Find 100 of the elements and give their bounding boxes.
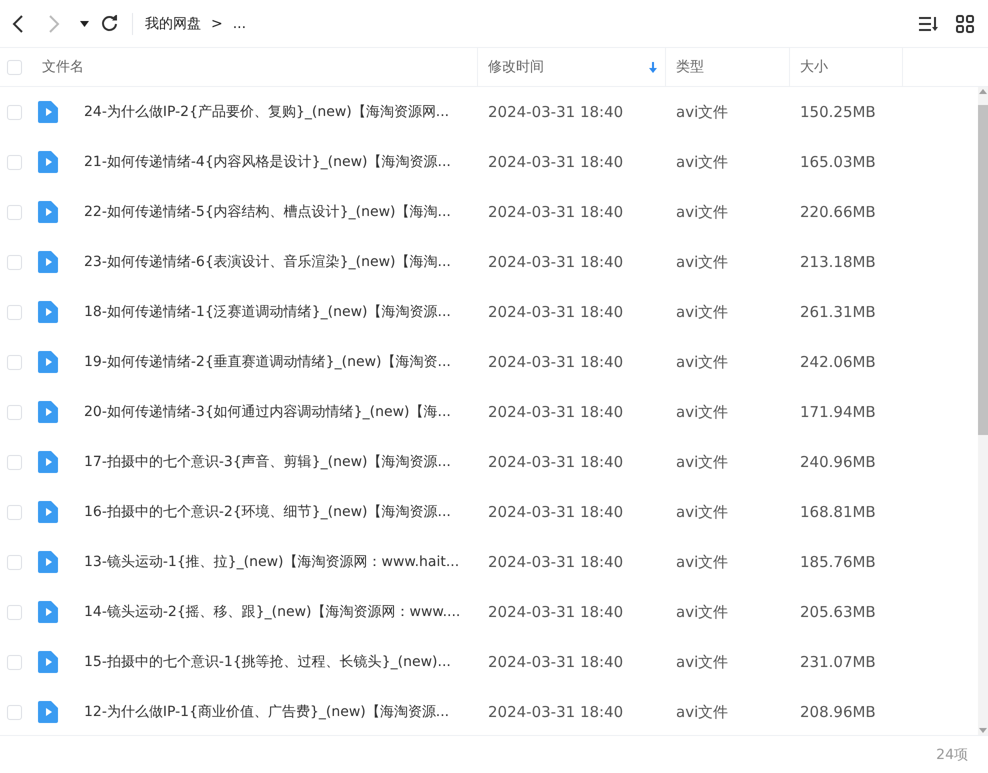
video-file-icon	[38, 701, 58, 723]
row-checkbox[interactable]	[7, 604, 22, 620]
modified-time: 2024-03-31 18:40	[487, 703, 624, 721]
file-type: avi文件	[675, 552, 730, 572]
modified-time: 2024-03-31 18:40	[487, 503, 624, 521]
file-type: avi文件	[675, 652, 730, 672]
file-size: 185.76MB	[799, 553, 877, 571]
video-file-icon	[38, 301, 58, 323]
row-checkbox[interactable]	[7, 154, 22, 170]
video-file-icon	[38, 451, 58, 473]
modified-time: 2024-03-31 18:40	[487, 153, 624, 171]
column-header[interactable]: 文件名	[42, 58, 84, 76]
sort-order-button[interactable]	[918, 16, 940, 32]
file-name: 24-为什么做IP-2{产品要价、复购}_(new)【海淘资源网...	[83, 103, 450, 121]
modified-time: 2024-03-31 18:40	[487, 603, 624, 621]
grid-view-button[interactable]	[956, 14, 974, 32]
modified-time: 2024-03-31 18:40	[487, 103, 624, 121]
file-type: avi文件	[675, 402, 730, 422]
file-size: 231.07MB	[799, 653, 877, 671]
file-type: avi文件	[675, 702, 730, 722]
scrollbar[interactable]	[978, 87, 988, 735]
video-file-icon	[38, 251, 58, 273]
modified-time: 2024-03-31 18:40	[487, 353, 624, 371]
file-size: 150.25MB	[799, 103, 877, 121]
modified-time: 2024-03-31 18:40	[487, 203, 624, 221]
file-size: 165.03MB	[799, 153, 877, 171]
row-checkbox[interactable]	[7, 254, 22, 270]
refresh-button[interactable]	[101, 15, 118, 32]
history-dropdown-button[interactable]	[80, 20, 89, 26]
video-file-icon	[38, 101, 58, 123]
row-checkbox[interactable]	[7, 104, 22, 120]
file-name: 19-如何传递情绪-2{垂直赛道调动情绪}_(new)【海淘资...	[83, 353, 451, 371]
row-checkbox[interactable]	[7, 554, 22, 570]
file-name: 17-拍摄中的七个意识-3{声音、剪辑}_(new)【海淘资源...	[83, 453, 451, 471]
file-name: 22-如何传递情绪-5{内容结构、槽点设计}_(new)【海淘...	[83, 203, 451, 221]
row-checkbox[interactable]	[7, 304, 22, 320]
file-type: avi文件	[675, 202, 730, 222]
file-size: 171.94MB	[799, 403, 877, 421]
file-name: 21-如何传递情绪-4{内容风格是设计}_(new)【海淘资源...	[83, 153, 451, 171]
video-file-icon	[38, 351, 58, 373]
file-size: 213.18MB	[799, 253, 877, 271]
column-header[interactable]: 大小	[800, 58, 828, 76]
file-type: avi文件	[675, 252, 730, 272]
file-type: avi文件	[675, 352, 730, 372]
modified-time: 2024-03-31 18:40	[487, 403, 624, 421]
select-all-checkbox[interactable]	[7, 60, 22, 74]
column-header[interactable]: 类型	[676, 58, 704, 76]
modified-time: 2024-03-31 18:40	[487, 553, 624, 571]
file-type: avi文件	[675, 102, 730, 122]
file-type: avi文件	[675, 152, 730, 172]
video-file-icon	[38, 501, 58, 523]
file-size: 208.96MB	[799, 703, 877, 721]
row-checkbox[interactable]	[7, 704, 22, 720]
scroll-down-icon[interactable]	[978, 727, 988, 735]
modified-time: 2024-03-31 18:40	[487, 653, 624, 671]
scroll-up-icon[interactable]	[978, 87, 988, 95]
file-name: 23-如何传递情绪-6{表演设计、音乐渲染}_(new)【海淘...	[83, 253, 451, 271]
file-type: avi文件	[675, 602, 730, 622]
column-header[interactable]: 修改时间	[488, 58, 544, 76]
file-name: 20-如何传递情绪-3{如何通过内容调动情绪}_(new)【海...	[83, 403, 451, 421]
video-file-icon	[38, 401, 58, 423]
file-size: 168.81MB	[799, 503, 877, 521]
column-header-cell[interactable]: 文件名	[0, 48, 478, 86]
file-name: 13-镜头运动-1{推、拉}_(new)【海淘资源网：www.hait...	[83, 553, 460, 571]
column-header-cell[interactable]: 大小	[790, 48, 903, 86]
file-size: 261.31MB	[799, 303, 877, 321]
row-checkbox[interactable]	[7, 654, 22, 670]
file-name: 12-为什么做IP-1{商业价值、广告费}_(new)【海淘资源...	[83, 703, 450, 721]
row-checkbox[interactable]	[7, 204, 22, 220]
video-file-icon	[38, 201, 58, 223]
row-checkbox[interactable]	[7, 404, 22, 420]
file-name: 15-拍摄中的七个意识-1{挑等抢、过程、长镜头}_(new)...	[83, 653, 451, 671]
breadcrumb-link[interactable]: 我的网盘	[145, 14, 201, 32]
breadcrumb-separator: >	[211, 16, 223, 32]
column-header-cell[interactable]: 修改时间	[478, 48, 666, 86]
file-size: 240.96MB	[799, 453, 877, 471]
row-checkbox[interactable]	[7, 454, 22, 470]
column-header-cell[interactable]: 类型	[666, 48, 790, 86]
back-button[interactable]	[12, 14, 24, 34]
file-name: 16-拍摄中的七个意识-2{环境、细节}_(new)【海淘资源...	[83, 503, 451, 521]
forward-button[interactable]	[48, 14, 60, 34]
file-type: avi文件	[675, 502, 730, 522]
file-name: 18-如何传递情绪-1{泛赛道调动情绪}_(new)【海淘资源...	[83, 303, 451, 321]
video-file-icon	[38, 551, 58, 573]
row-checkbox[interactable]	[7, 504, 22, 520]
video-file-icon	[38, 651, 58, 673]
item-count: 24项	[935, 746, 968, 764]
modified-time: 2024-03-31 18:40	[487, 453, 624, 471]
file-name: 14-镜头运动-2{摇、移、跟}_(new)【海淘资源网：www....	[83, 603, 460, 621]
file-size: 220.66MB	[799, 203, 877, 221]
breadcrumb-link[interactable]: ...	[232, 16, 246, 32]
video-file-icon	[38, 151, 58, 173]
file-type: avi文件	[675, 302, 730, 322]
file-type: avi文件	[675, 452, 730, 472]
file-size: 242.06MB	[799, 353, 877, 371]
modified-time: 2024-03-31 18:40	[487, 303, 624, 321]
file-size: 205.63MB	[799, 603, 877, 621]
video-file-icon	[38, 601, 58, 623]
row-checkbox[interactable]	[7, 354, 22, 370]
modified-time: 2024-03-31 18:40	[487, 253, 624, 271]
